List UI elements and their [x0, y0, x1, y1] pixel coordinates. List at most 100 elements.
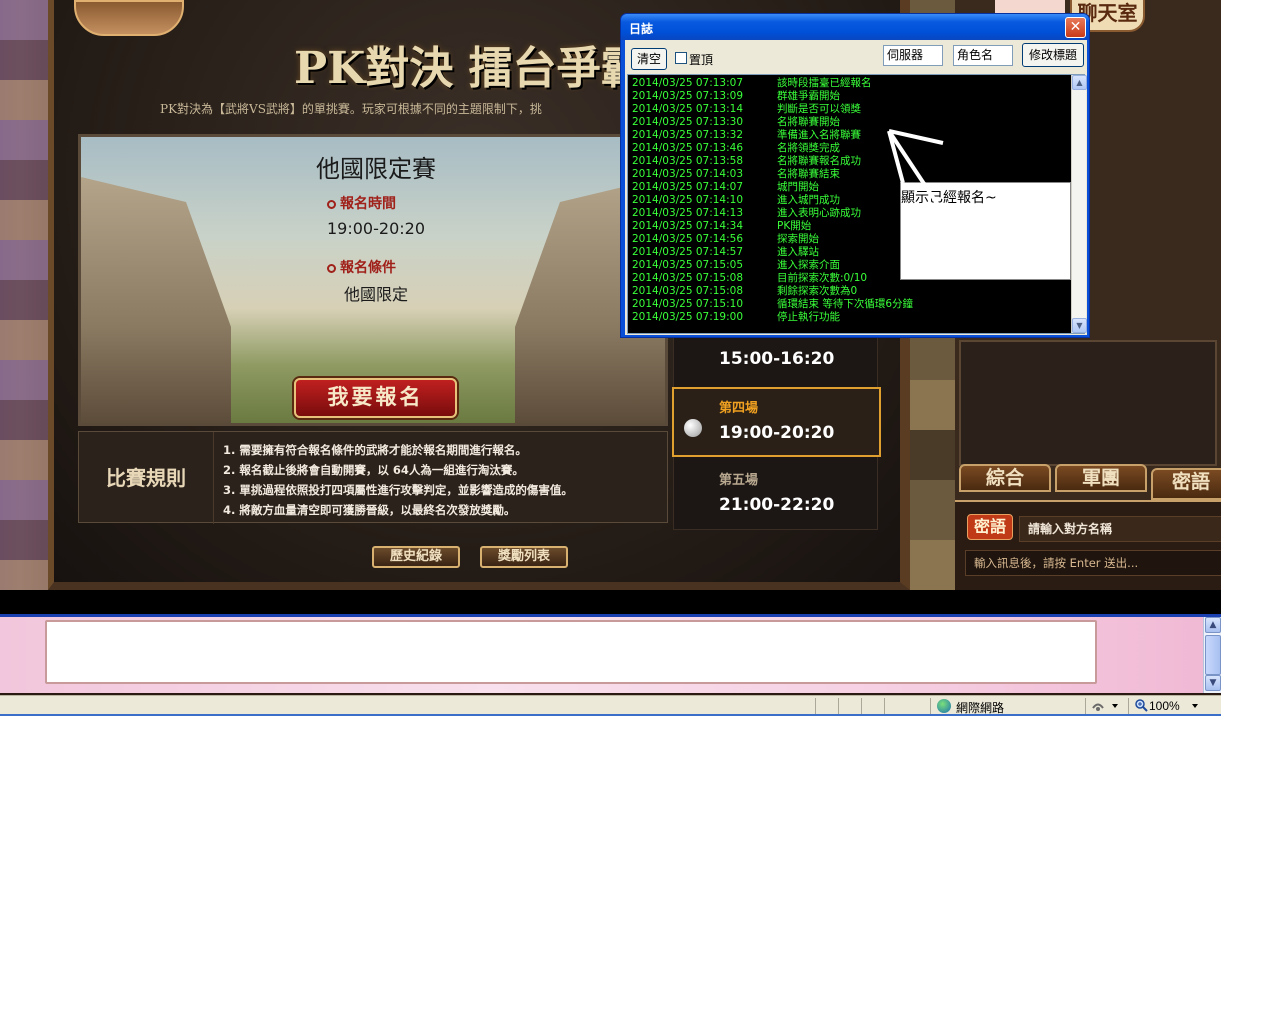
bullet-icon	[327, 199, 336, 209]
zoom-level[interactable]: 100%	[1149, 699, 1180, 713]
rule-item: 4. 將敵方血量清空即可獲勝晉級，以最終名次發放獎勵。	[223, 503, 516, 517]
log-timestamp: 2014/03/25 07:13:46	[632, 142, 744, 154]
screen: PK對決 擂台爭霸 PK對決為【武將VS武將】的單挑賽。玩家可根據不同的主題限制…	[0, 0, 1221, 716]
server-input[interactable]: 伺服器	[883, 45, 943, 66]
pin-on-top-checkbox[interactable]	[675, 52, 687, 64]
whisper-target-input[interactable]: 請輸入對方名稱	[1019, 516, 1221, 542]
chat-log[interactable]	[959, 340, 1217, 466]
log-message: 名將聯賽報名成功	[777, 155, 861, 167]
status-separator	[1128, 698, 1129, 714]
log-timestamp: 2014/03/25 07:19:00	[632, 311, 744, 323]
scroll-up-icon[interactable]: ▲	[1072, 75, 1087, 90]
log-line: 2014/03/25 07:13:30 名將聯賽開始	[632, 116, 1072, 129]
vertical-scrollbar[interactable]: ▲ ▼	[1203, 617, 1221, 693]
slot-time: 21:00-22:20	[719, 495, 835, 515]
log-message: 循環結束 等待下次循環6分鐘	[777, 298, 914, 310]
status-separator	[838, 698, 839, 714]
schedule-slot[interactable]: 第五場 21:00-22:20	[674, 461, 879, 531]
log-line: 2014/03/25 07:13:58 名將聯賽報名成功	[632, 155, 1072, 168]
log-line: 2014/03/25 07:19:00 停止執行功能	[632, 311, 1072, 324]
log-line: 2014/03/25 07:14:03 名將聯賽結束	[632, 168, 1072, 181]
log-message: 群雄爭霸開始	[777, 90, 840, 102]
annotation-arrow-icon	[887, 129, 960, 237]
log-message: PK開始	[777, 220, 812, 232]
chevron-down-icon[interactable]	[1192, 704, 1198, 708]
tab-whisper[interactable]: 密語	[1151, 468, 1221, 500]
roof-decoration	[74, 0, 184, 36]
log-client-area: 清空 置頂 伺服器 角色名 修改標題 2014/03/25 07:13:07 該時…	[625, 40, 1087, 335]
event-title: 他國限定賽	[316, 155, 436, 183]
log-timestamp: 2014/03/25 07:14:34	[632, 220, 744, 232]
rules-list: 1. 需要擁有符合報名條件的武將才能於報名期間進行報名。 2. 報名截止後將會自…	[223, 440, 663, 520]
chevron-down-icon[interactable]	[1112, 704, 1118, 708]
tab-army[interactable]: 軍團	[1055, 464, 1147, 492]
rule-item: 3. 單挑過程依照投打四項屬性進行攻擊判定，並影響造成的傷害值。	[223, 483, 573, 497]
log-timestamp: 2014/03/25 07:14:13	[632, 207, 744, 219]
log-titlebar[interactable]: 日誌 ✕	[621, 14, 1089, 40]
log-timestamp: 2014/03/25 07:15:10	[632, 298, 744, 310]
log-output[interactable]: 2014/03/25 07:13:07 該時段擂臺已經報名 2014/03/25 0…	[627, 74, 1087, 334]
schedule-slot-selected[interactable]: 第四場 19:00-20:20	[672, 387, 881, 457]
lower-content-box	[45, 620, 1097, 684]
log-timestamp: 2014/03/25 07:14:07	[632, 181, 744, 193]
schedule-list: 15:00-16:20 第四場 19:00-20:20 第五場 21:00-22…	[672, 310, 881, 531]
tab-general[interactable]: 綜合	[959, 464, 1051, 492]
close-icon[interactable]: ✕	[1065, 17, 1086, 38]
clear-button[interactable]: 清空	[631, 48, 667, 70]
reward-list-button[interactable]: 獎勵列表	[480, 546, 568, 568]
log-timestamp: 2014/03/25 07:13:07	[632, 77, 744, 89]
slot-time: 15:00-16:20	[719, 349, 835, 369]
log-line: 2014/03/25 07:13:46 名將領獎完成	[632, 142, 1072, 155]
scroll-down-icon[interactable]: ▼	[1205, 675, 1221, 691]
signup-condition-label: 報名條件	[327, 257, 457, 277]
log-timestamp: 2014/03/25 07:13:14	[632, 103, 744, 115]
slot-name: 第四場	[719, 401, 759, 416]
rule-item: 2. 報名截止後將會自動開賽，以 64人為一組進行淘汰賽。	[223, 463, 524, 477]
signup-time-value: 19:00-20:20	[327, 219, 425, 238]
log-message: 名將領獎完成	[777, 142, 840, 154]
log-line: 2014/03/25 07:13:09 群雄爭霸開始	[632, 90, 1072, 103]
log-line: 2014/03/25 07:13:32 準備進入名將聯賽	[632, 129, 1072, 142]
register-button[interactable]: 我要報名	[294, 378, 457, 418]
pk-title: PK對決 擂台爭霸	[294, 43, 645, 92]
status-separator	[815, 698, 816, 714]
signup-condition-value: 他國限定	[343, 285, 408, 304]
log-message: 準備進入名將聯賽	[777, 129, 861, 141]
rules-title: 比賽規則	[79, 432, 214, 524]
log-timestamp: 2014/03/25 07:13:30	[632, 116, 744, 128]
scroll-up-icon[interactable]: ▲	[1205, 617, 1221, 633]
character-name-input[interactable]: 角色名	[953, 45, 1013, 66]
log-line: 2014/03/25 07:13:07 該時段擂臺已經報名	[632, 77, 1072, 90]
pin-on-top-label[interactable]: 置頂	[689, 51, 713, 68]
bullet-icon	[327, 263, 336, 273]
globe-icon	[937, 699, 951, 713]
signup-time-label: 報名時間	[327, 193, 457, 213]
fortress-wall-left	[81, 177, 231, 423]
log-timestamp: 2014/03/25 07:14:56	[632, 233, 744, 245]
history-button[interactable]: 歷史紀錄	[372, 546, 460, 568]
log-message: 該時段擂臺已經報名	[777, 77, 872, 89]
whisper-badge[interactable]: 密語	[967, 514, 1013, 540]
zoom-icon[interactable]	[1134, 698, 1148, 712]
log-line: 2014/03/25 07:13:14 判斷是否可以領獎	[632, 103, 1072, 116]
log-message: 判斷是否可以領獎	[777, 103, 861, 115]
pk-subtitle: PK對決為【武將VS武將】的單挑賽。玩家可根據不同的主題限制下，挑	[160, 102, 542, 116]
scroll-down-icon[interactable]: ▼	[1072, 318, 1087, 333]
log-timestamp: 2014/03/25 07:13:09	[632, 90, 744, 102]
slot-name: 第五場	[719, 473, 759, 488]
scroll-thumb[interactable]	[1205, 635, 1221, 675]
chat-message-input[interactable]: 輸入訊息後，請按 Enter 送出...	[965, 550, 1221, 576]
log-message: 進入驛站	[777, 246, 819, 258]
protected-mode-icon[interactable]	[1091, 699, 1105, 713]
log-window-title: 日誌	[629, 22, 654, 36]
status-bar: 網際網路 100%	[0, 695, 1221, 716]
rename-title-button[interactable]: 修改標題	[1022, 43, 1084, 67]
rule-item: 1. 需要擁有符合報名條件的武將才能於報名期間進行報名。	[223, 443, 527, 457]
log-line: 2014/03/25 07:15:08 剩餘探索次數為0	[632, 285, 1072, 298]
log-timestamp: 2014/03/25 07:13:58	[632, 155, 744, 167]
log-timestamp: 2014/03/25 07:14:57	[632, 246, 744, 258]
log-timestamp: 2014/03/25 07:15:08	[632, 285, 744, 297]
log-message: 進入城門成功	[777, 194, 840, 206]
status-separator	[884, 698, 885, 714]
log-scrollbar[interactable]: ▲ ▼	[1071, 75, 1087, 333]
